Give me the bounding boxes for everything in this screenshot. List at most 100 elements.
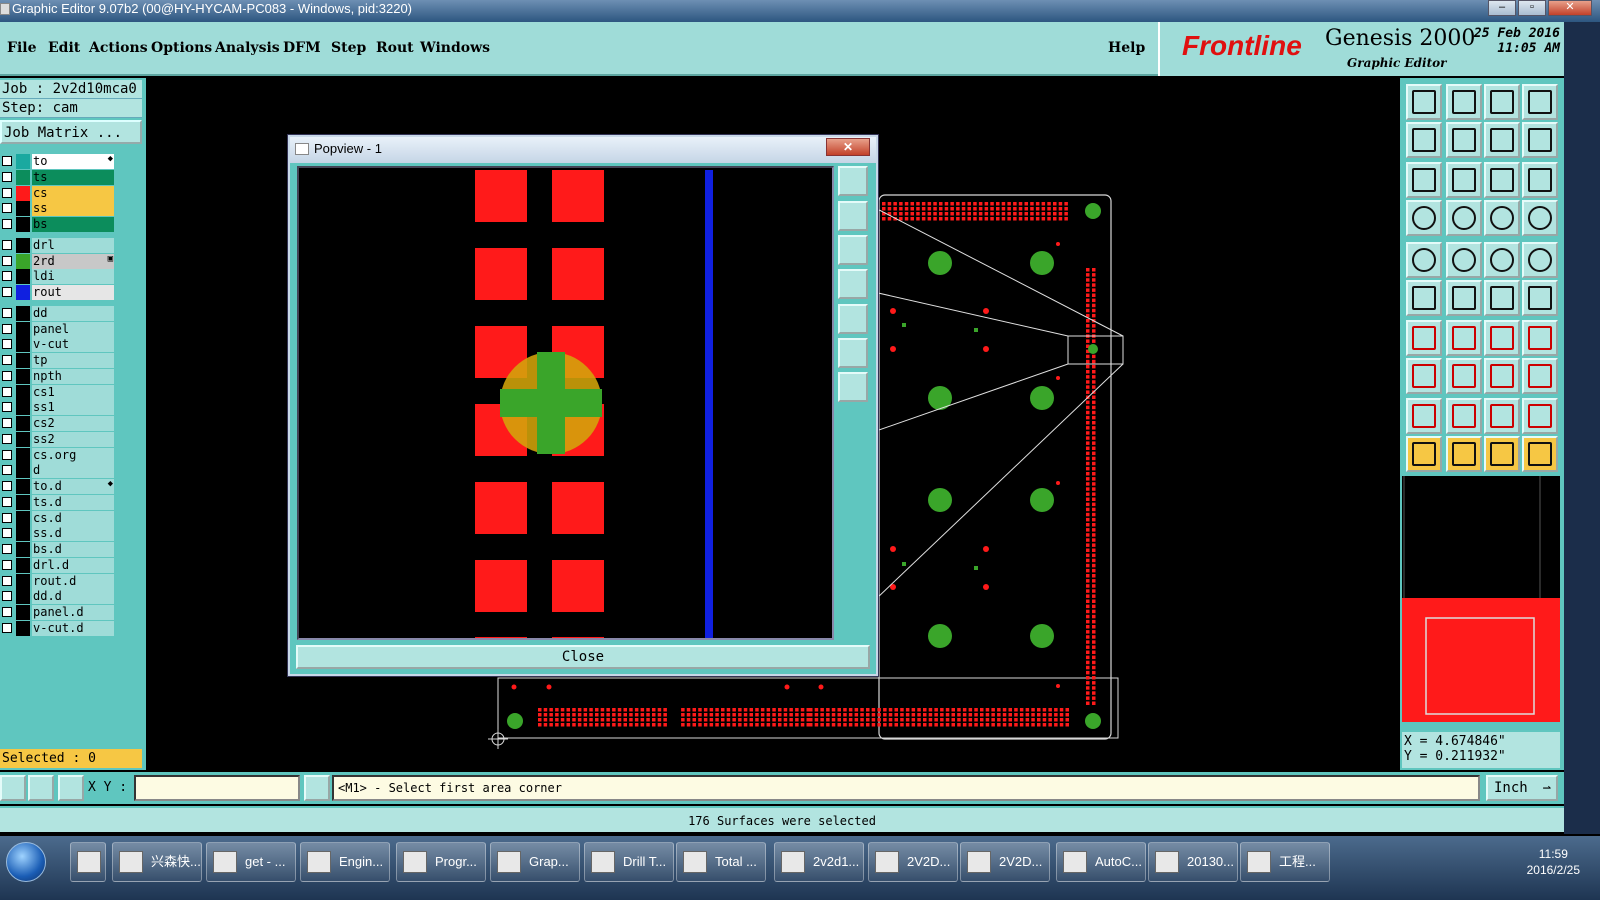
layer-checkbox[interactable]	[2, 559, 12, 570]
layer-color-swatch[interactable]	[16, 169, 30, 185]
draw-line-tool-button[interactable]	[1446, 242, 1482, 278]
layer-checkbox[interactable]	[2, 239, 12, 250]
layer-checkbox[interactable]	[2, 339, 12, 350]
layer-row[interactable]: ss.d	[0, 526, 116, 542]
layer-row[interactable]: v-cut.d	[0, 620, 116, 636]
layer-row[interactable]: ss2	[0, 431, 116, 447]
route-tool-button[interactable]	[1522, 436, 1558, 472]
layer-checkbox[interactable]	[2, 591, 12, 602]
menu-file[interactable]: File	[7, 40, 36, 56]
menu-step[interactable]: Step	[331, 40, 366, 56]
cross-tool-button[interactable]	[1446, 280, 1482, 316]
layer-color-swatch[interactable]	[16, 557, 30, 573]
layer-color-swatch[interactable]	[16, 447, 30, 463]
layer-color-swatch[interactable]	[16, 479, 30, 494]
popview-pan-up-button[interactable]	[838, 201, 868, 231]
layer-checkbox[interactable]	[2, 171, 12, 182]
layer-row[interactable]: ts	[0, 169, 116, 185]
taskbar-item[interactable]: AutoC...	[1056, 842, 1146, 882]
taskbar-item[interactable]: 20130...	[1148, 842, 1238, 882]
layer-color-swatch[interactable]	[16, 589, 30, 605]
layer-checkbox[interactable]	[2, 187, 12, 198]
layer-color-swatch[interactable]	[16, 526, 30, 542]
taskbar-item[interactable]: Drill T...	[584, 842, 674, 882]
mirror-tool-button[interactable]	[1522, 320, 1558, 356]
menu-analysis[interactable]: Analysis	[215, 40, 280, 56]
layer-row[interactable]: ldi	[0, 269, 116, 285]
layer-color-swatch[interactable]	[16, 463, 30, 479]
triangle1-tool-button[interactable]	[1406, 398, 1442, 434]
layer-checkbox[interactable]	[2, 433, 12, 444]
layer-row[interactable]: rout	[0, 285, 116, 300]
layer-checkbox[interactable]	[2, 255, 12, 266]
layer-color-swatch[interactable]	[16, 321, 30, 337]
taskbar-item[interactable]: Progr...	[396, 842, 486, 882]
layer-color-swatch[interactable]	[16, 285, 30, 300]
layer-row[interactable]: ts.d	[0, 494, 116, 510]
layer-color-swatch[interactable]	[16, 573, 30, 589]
layer-color-swatch[interactable]	[16, 400, 30, 416]
layer-row[interactable]: 2rd ▣	[0, 253, 116, 269]
layer-checkbox[interactable]	[2, 512, 12, 523]
layer-color-swatch[interactable]	[16, 384, 30, 400]
layer-row[interactable]: drl	[0, 237, 116, 253]
layer-checkbox[interactable]	[2, 323, 12, 334]
layer-color-swatch[interactable]	[16, 368, 30, 384]
layer-color-swatch[interactable]	[16, 353, 30, 368]
layer-row[interactable]: panel.d	[0, 605, 116, 620]
layer-checkbox[interactable]	[2, 544, 12, 554]
add-pad-tool-button[interactable]	[1406, 358, 1442, 394]
taskbar-item[interactable]: get - ...	[206, 842, 296, 882]
layer-color-swatch[interactable]	[16, 237, 30, 253]
layer-checkbox[interactable]	[2, 622, 12, 633]
taskbar-item[interactable]: 兴森快...	[112, 842, 202, 882]
taskbar-pinned-icon[interactable]	[70, 842, 106, 882]
layer-color-swatch[interactable]	[16, 510, 30, 526]
menu-edit[interactable]: Edit	[48, 40, 80, 56]
layer-checkbox[interactable]	[2, 219, 12, 229]
menu-windows[interactable]: Windows	[420, 40, 490, 56]
layer-checkbox[interactable]	[2, 203, 12, 214]
taskbar-item[interactable]: Total ...	[676, 842, 766, 882]
layer-color-swatch[interactable]	[16, 269, 30, 285]
xy-input[interactable]	[134, 775, 300, 801]
layer-row[interactable]: cs	[0, 185, 116, 201]
layer-color-swatch[interactable]	[16, 416, 30, 431]
ruler-tool-button[interactable]	[1484, 242, 1520, 278]
layer-row[interactable]: ss1	[0, 400, 116, 416]
transform-tool-button[interactable]	[1522, 358, 1558, 394]
fit-icon-tool-button[interactable]	[1406, 162, 1442, 198]
layer-row[interactable]: cs1	[0, 384, 116, 400]
layer-checkbox[interactable]	[2, 370, 12, 381]
start-button[interactable]	[6, 842, 46, 882]
layer-row[interactable]: dd.d	[0, 589, 116, 605]
split-tool-button[interactable]	[1522, 122, 1558, 158]
layer-color-swatch[interactable]	[16, 605, 30, 620]
units-selector[interactable]: Inch ⇀	[1486, 775, 1558, 801]
popview-close-x-button[interactable]: ✕	[826, 138, 870, 156]
layer-checkbox[interactable]	[2, 575, 12, 586]
taskbar-item[interactable]: 2v2d1...	[774, 842, 864, 882]
taskbar-item[interactable]: Grap...	[490, 842, 580, 882]
layer-color-swatch[interactable]	[16, 185, 30, 201]
rotate-tool-button[interactable]	[1484, 320, 1520, 356]
layer-color-swatch[interactable]	[16, 217, 30, 232]
taskbar-item[interactable]: Engin...	[300, 842, 390, 882]
grid-tool-button[interactable]	[1446, 200, 1482, 236]
center-tool-button[interactable]	[1446, 162, 1482, 198]
window-tool-button[interactable]	[1522, 84, 1558, 120]
triangle3-tool-button[interactable]	[1484, 398, 1520, 434]
line-blue-tool-button[interactable]	[1446, 320, 1482, 356]
grid-icon[interactable]	[58, 775, 84, 801]
layer-color-swatch[interactable]	[16, 494, 30, 510]
minus-tool-button[interactable]	[1446, 358, 1482, 394]
taskbar-item[interactable]: 工程...	[1240, 842, 1330, 882]
menu-dfm[interactable]: DFM	[283, 40, 321, 56]
layer-checkbox[interactable]	[2, 449, 12, 460]
layer-checkbox[interactable]	[2, 528, 12, 539]
close-window-button[interactable]: ✕	[1548, 0, 1592, 16]
resize-tool-button[interactable]	[1484, 358, 1520, 394]
popview-pan-down-button[interactable]	[838, 235, 868, 265]
taskbar-item[interactable]: 2V2D...	[868, 842, 958, 882]
layer-row[interactable]: cs2	[0, 416, 116, 431]
